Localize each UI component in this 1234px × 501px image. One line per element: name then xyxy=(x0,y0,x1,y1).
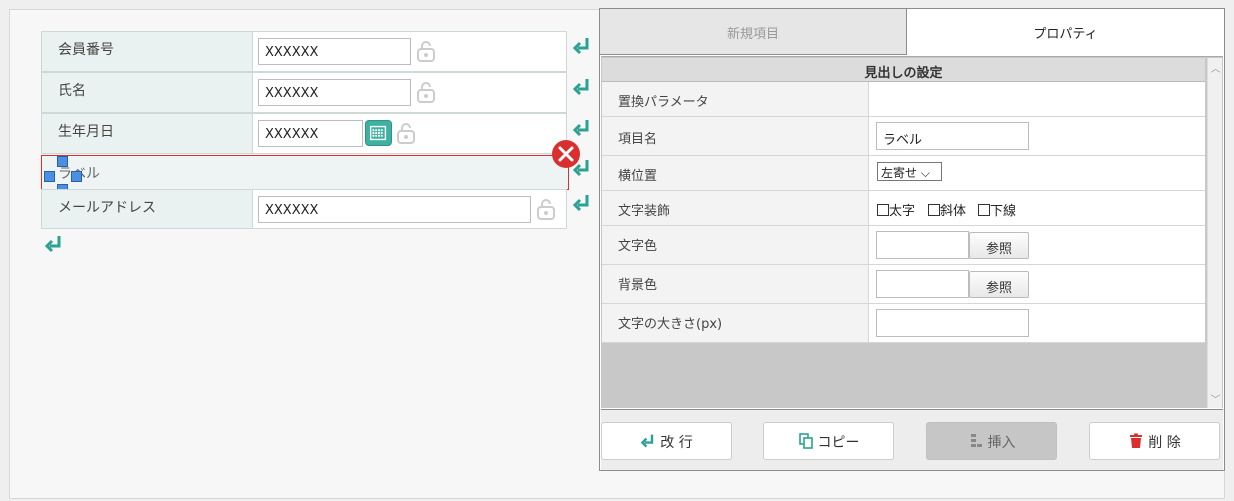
button-label: 挿入 xyxy=(987,435,1016,451)
checkbox-label: 太字 xyxy=(889,204,916,219)
delete-button[interactable]: 削 除 xyxy=(1089,422,1220,460)
unlock-icon[interactable] xyxy=(536,198,556,220)
unlock-icon[interactable] xyxy=(416,40,436,62)
copy-icon xyxy=(798,433,814,449)
birthdate-input[interactable]: XXXXXX xyxy=(258,120,363,147)
font-size-input[interactable] xyxy=(876,309,1029,337)
form-row-label: 会員番号 xyxy=(42,32,253,71)
resize-handle-right[interactable] xyxy=(71,171,82,182)
form-row-email[interactable]: メールアドレス XXXXXX xyxy=(41,189,567,229)
horizontal-position-select[interactable]: 左寄せ ⌵ xyxy=(877,162,942,181)
line-break-icon[interactable] xyxy=(572,77,592,97)
button-label: 削 除 xyxy=(1148,435,1181,451)
checkbox-label: 下線 xyxy=(990,204,1017,219)
action-bar: 改 行 コピー 挿入 削 除 xyxy=(601,409,1223,470)
resize-handle-left[interactable] xyxy=(44,171,55,182)
line-break-icon[interactable] xyxy=(572,193,592,213)
underline-checkbox[interactable]: 下線 xyxy=(978,200,1016,219)
prop-label: 文字の大きさ(px) xyxy=(602,304,869,342)
checkbox-box[interactable] xyxy=(928,204,940,216)
prop-label: 文字装飾 xyxy=(602,191,869,225)
select-value: 左寄せ xyxy=(881,166,918,180)
checkbox-box[interactable] xyxy=(978,204,990,216)
chevron-down-icon: ⌵ xyxy=(920,166,930,180)
prop-row-text-color: 文字色 参照 xyxy=(602,226,1205,265)
button-label: コピー xyxy=(817,435,860,451)
prop-label: 背景色 xyxy=(602,265,869,303)
member-number-input[interactable]: XXXXXX xyxy=(258,38,411,65)
trash-icon xyxy=(1128,433,1144,449)
newline-button[interactable]: 改 行 xyxy=(601,422,732,460)
button-label: 改 行 xyxy=(660,435,693,451)
section-title: 見出しの設定 xyxy=(602,58,1205,82)
prop-label: 文字色 xyxy=(602,226,869,264)
unlock-icon[interactable] xyxy=(396,122,416,144)
calendar-icon[interactable] xyxy=(365,120,392,146)
form-row-label: メールアドレス xyxy=(42,190,253,228)
prop-row-text-decoration: 文字装飾 太字 斜体 下線 xyxy=(602,191,1205,226)
italic-checkbox[interactable]: 斜体 xyxy=(928,200,966,219)
bg-color-input[interactable] xyxy=(876,270,969,298)
form-row-member-number[interactable]: 会員番号 XXXXXX xyxy=(41,31,567,72)
scroll-down-icon[interactable]: ﹀ xyxy=(1208,391,1223,406)
unlock-icon[interactable] xyxy=(416,81,436,103)
scroll-up-icon[interactable]: ︿ xyxy=(1208,60,1223,75)
form-row-name[interactable]: 氏名 XXXXXX xyxy=(41,72,567,113)
line-break-icon[interactable] xyxy=(44,234,64,254)
insert-button[interactable]: 挿入 xyxy=(926,422,1057,460)
prop-row-horizontal-position: 横位置 左寄せ ⌵ xyxy=(602,156,1205,191)
email-input[interactable]: XXXXXX xyxy=(258,196,531,223)
line-break-icon xyxy=(640,433,656,449)
line-break-icon[interactable] xyxy=(572,118,592,138)
name-input[interactable]: XXXXXX xyxy=(258,79,411,106)
form-row-label: 氏名 xyxy=(42,73,253,112)
prop-row-font-size: 文字の大きさ(px) xyxy=(602,304,1205,343)
tab-properties[interactable]: プロパティ xyxy=(907,9,1224,55)
selected-label-row[interactable]: ラベル xyxy=(41,155,569,190)
bg-color-browse-button[interactable]: 参照 xyxy=(969,271,1029,298)
prop-label: 項目名 xyxy=(602,117,869,155)
form-row-label: 生年月日 xyxy=(42,114,253,153)
prop-row-bg-color: 背景色 参照 xyxy=(602,265,1205,304)
text-color-browse-button[interactable]: 参照 xyxy=(969,232,1029,259)
insert-icon xyxy=(968,433,984,449)
prop-row-replace-param: 置換パラメータ xyxy=(602,82,1205,117)
copy-button[interactable]: コピー xyxy=(763,422,894,460)
line-break-icon[interactable] xyxy=(572,158,592,178)
bold-checkbox[interactable]: 太字 xyxy=(877,200,915,219)
tab-new-item[interactable]: 新規項目 xyxy=(600,9,907,55)
text-color-input[interactable] xyxy=(876,231,969,259)
prop-label: 置換パラメータ xyxy=(602,82,869,116)
resize-handle-top[interactable] xyxy=(57,156,68,167)
line-break-icon[interactable] xyxy=(572,36,592,56)
checkbox-label: 斜体 xyxy=(940,204,967,219)
prop-row-item-name: 項目名 ラベル xyxy=(602,117,1205,156)
prop-label: 横位置 xyxy=(602,156,869,190)
scrollbar[interactable]: ︿ ﹀ xyxy=(1207,58,1222,408)
property-panel: 新規項目 プロパティ 見出しの設定 置換パラメータ 項目名 ラベル 横位置 左寄… xyxy=(599,8,1225,471)
checkbox-box[interactable] xyxy=(877,204,889,216)
item-name-input[interactable]: ラベル xyxy=(876,122,1029,150)
property-list: 見出しの設定 置換パラメータ 項目名 ラベル 横位置 左寄せ ⌵ 文字装飾 太字… xyxy=(601,56,1223,408)
form-row-birthdate[interactable]: 生年月日 XXXXXX xyxy=(41,113,567,154)
